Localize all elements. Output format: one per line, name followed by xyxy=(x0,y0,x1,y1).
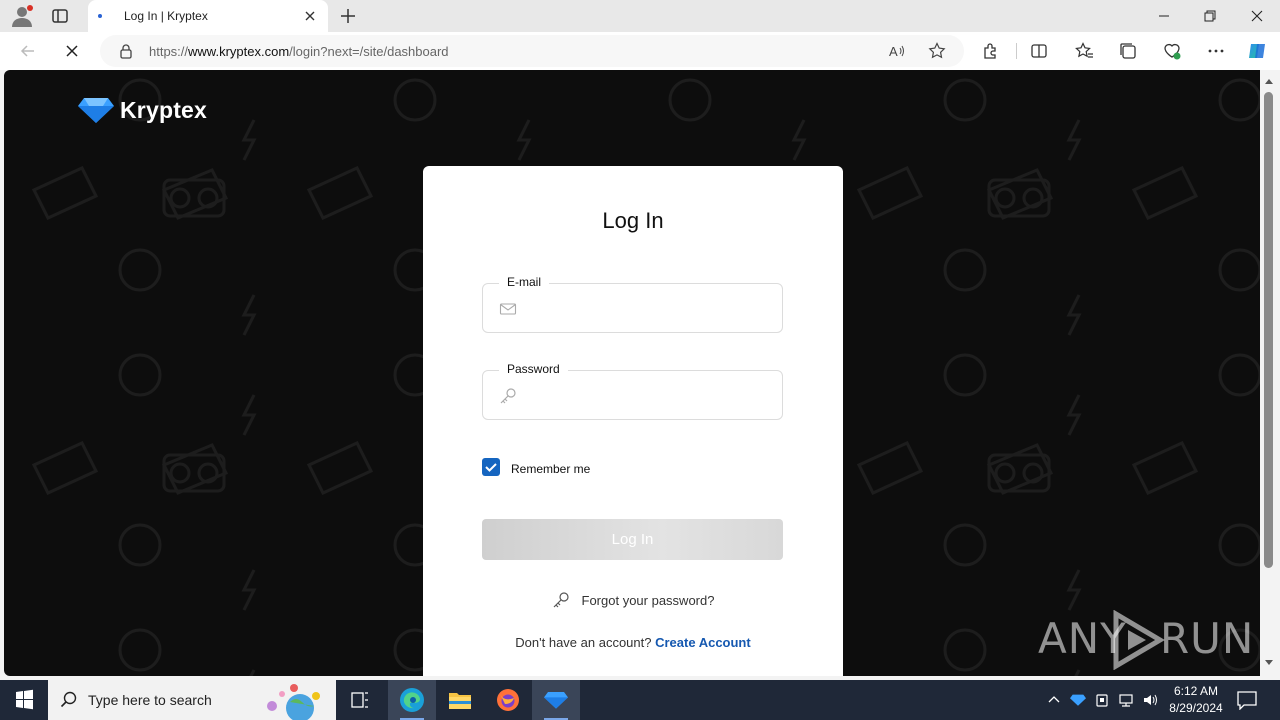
email-field[interactable]: E-mail xyxy=(482,275,783,333)
favorites-icon[interactable] xyxy=(1074,41,1094,61)
tab-actions-icon[interactable] xyxy=(50,6,70,26)
task-view-icon xyxy=(351,692,368,708)
page-scrollbar[interactable] xyxy=(1260,70,1280,676)
stop-loading-icon[interactable] xyxy=(62,41,82,61)
toolbar-divider xyxy=(1016,43,1017,59)
password-input[interactable] xyxy=(527,383,767,409)
search-icon xyxy=(60,691,77,708)
restore-icon[interactable] xyxy=(1200,6,1220,26)
read-aloud-icon[interactable]: A xyxy=(888,42,906,60)
forgot-password-link[interactable]: Forgot your password? xyxy=(552,592,715,608)
signup-prompt: Don't have an account? Create Account xyxy=(423,635,843,650)
taskbar-kryptex[interactable] xyxy=(532,680,580,720)
scroll-up-icon[interactable] xyxy=(1263,76,1275,86)
page-viewport: Kryptex Log In E-mail Password Remember … xyxy=(4,70,1260,676)
clock-date: 8/29/2024 xyxy=(1169,701,1223,715)
browser-toolbar: https://www.kryptex.com/login?next=/site… xyxy=(0,32,1280,70)
collections-icon[interactable] xyxy=(1118,41,1138,61)
taskbar-edge[interactable] xyxy=(388,680,436,720)
notifications-icon[interactable] xyxy=(1236,690,1258,710)
login-button[interactable]: Log In xyxy=(482,519,783,560)
kryptex-tray-icon[interactable] xyxy=(1070,691,1086,709)
url-text[interactable]: https://www.kryptex.com/login?next=/site… xyxy=(149,44,449,59)
signup-prompt-text: Don't have an account? xyxy=(515,635,652,650)
login-card: Log In E-mail Password Remember me Log I… xyxy=(423,166,843,676)
folder-icon xyxy=(449,693,471,709)
remember-me-checkbox[interactable] xyxy=(482,458,500,476)
show-hidden-icons-icon[interactable] xyxy=(1046,691,1062,709)
volume-icon[interactable] xyxy=(1142,691,1158,709)
password-label: Password xyxy=(499,362,568,376)
favorite-star-icon[interactable] xyxy=(928,42,946,60)
loading-icon xyxy=(98,14,102,18)
watermark-right-text: RUN xyxy=(1160,614,1255,663)
brand-name: Kryptex xyxy=(120,97,208,123)
password-field[interactable]: Password xyxy=(482,362,783,420)
device-tray-icon[interactable] xyxy=(1094,691,1110,709)
taskbar: Type here to search 6:12 AM 8/29/2024 xyxy=(0,680,1280,720)
browser-tab-strip: Log In | Kryptex xyxy=(0,0,1280,32)
lock-icon[interactable] xyxy=(118,43,134,59)
task-view-button[interactable] xyxy=(336,680,384,720)
system-clock[interactable]: 6:12 AM 8/29/2024 xyxy=(1160,683,1232,717)
edge-icon xyxy=(400,688,424,712)
taskbar-firefox[interactable] xyxy=(484,680,532,720)
copilot-icon[interactable] xyxy=(1247,41,1267,61)
remember-me-label: Remember me xyxy=(511,462,591,476)
tab-active[interactable]: Log In | Kryptex xyxy=(88,0,328,32)
more-menu-icon[interactable] xyxy=(1206,41,1226,61)
extensions-icon[interactable] xyxy=(981,41,1001,61)
new-tab-icon[interactable] xyxy=(338,6,358,26)
windows-start-icon[interactable] xyxy=(0,680,48,720)
close-tab-icon[interactable] xyxy=(302,8,318,24)
clock-time: 6:12 AM xyxy=(1173,684,1219,698)
close-window-icon[interactable] xyxy=(1247,6,1267,26)
scrollbar-thumb[interactable] xyxy=(1264,92,1273,568)
envelope-icon xyxy=(499,303,517,315)
key-icon xyxy=(500,388,516,404)
search-highlight-icon xyxy=(267,684,320,720)
network-icon[interactable] xyxy=(1118,691,1134,709)
tab-title: Log In | Kryptex xyxy=(124,9,208,23)
email-input[interactable] xyxy=(527,296,767,322)
svg-text:A: A xyxy=(889,44,898,59)
create-account-link[interactable]: Create Account xyxy=(655,635,751,650)
forgot-password: Forgot your password? xyxy=(423,592,843,610)
split-screen-icon[interactable] xyxy=(1029,41,1049,61)
email-label: E-mail xyxy=(499,275,550,289)
taskbar-search-box[interactable]: Type here to search xyxy=(48,680,336,720)
key-icon xyxy=(553,592,569,608)
kryptex-diamond-icon xyxy=(544,692,568,709)
firefox-icon xyxy=(497,689,519,711)
scroll-down-icon[interactable] xyxy=(1263,658,1275,668)
forgot-password-text: Forgot your password? xyxy=(581,593,715,608)
back-icon[interactable] xyxy=(18,41,38,61)
browser-essentials-icon[interactable] xyxy=(1162,41,1182,61)
checkmark-icon xyxy=(485,463,497,472)
taskbar-file-explorer[interactable] xyxy=(436,680,484,720)
address-bar[interactable]: https://www.kryptex.com/login?next=/site… xyxy=(100,35,964,67)
search-placeholder: Type here to search xyxy=(88,692,212,708)
anyrun-watermark: ANY RUN xyxy=(1038,608,1253,672)
minimize-icon[interactable] xyxy=(1154,6,1174,26)
profile-icon[interactable] xyxy=(10,5,34,27)
play-logo-icon xyxy=(1113,610,1165,670)
diamond-logo-icon xyxy=(78,98,114,123)
login-title: Log In xyxy=(602,208,664,233)
